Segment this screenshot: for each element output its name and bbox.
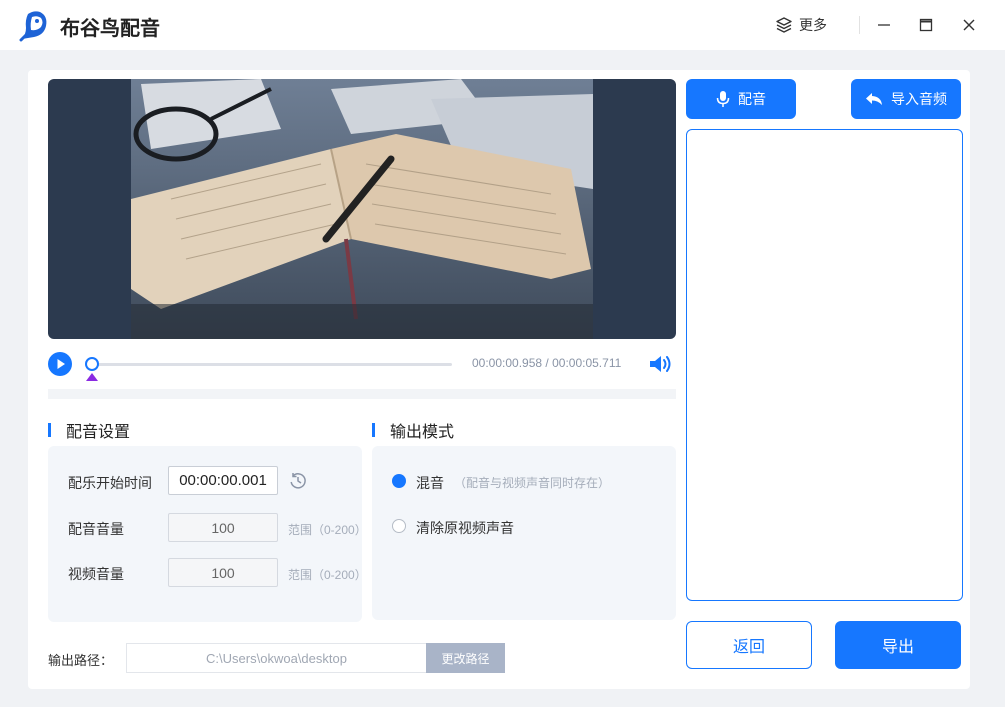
section-accent-bar [372, 423, 375, 437]
video-volume-hint: 范围（0-200） [288, 568, 367, 582]
dub-record-button[interactable]: 配音 [686, 79, 796, 119]
output-mode-title-text: 输出模式 [390, 424, 455, 441]
start-time-label: 配乐开始时间 [68, 475, 152, 491]
remove-original-audio-label[interactable]: 清除原视频声音 [416, 518, 514, 538]
dub-settings-title-text: 配音设置 [66, 424, 131, 441]
total-time: 00:00:05.711 [552, 356, 622, 370]
progress-track[interactable] [92, 363, 452, 366]
time-readout: 00:00:00.958 / 00:00:05.711 [472, 356, 621, 370]
dub-volume-label: 配音音量 [68, 521, 124, 537]
export-button[interactable]: 导出 [835, 621, 961, 669]
current-time: 00:00:00.958 [472, 356, 543, 370]
back-button[interactable]: 返回 [686, 621, 812, 669]
dub-volume-input[interactable] [168, 513, 278, 542]
video-volume-input[interactable] [168, 558, 278, 587]
title-bar: 布谷鸟配音 更多 [0, 0, 1005, 50]
minimize-button[interactable] [873, 14, 895, 36]
reply-arrow-icon [866, 93, 882, 105]
maximize-button[interactable] [915, 14, 937, 36]
output-path-input[interactable] [126, 643, 426, 673]
import-audio-label: 导入音频 [891, 91, 947, 107]
video-preview[interactable] [48, 79, 676, 339]
more-label: 更多 [799, 17, 827, 33]
bird-logo-icon [19, 11, 47, 42]
layers-icon [776, 17, 792, 33]
import-audio-button[interactable]: 导入音频 [851, 79, 961, 119]
mix-radio[interactable] [392, 474, 406, 488]
dub-text-area[interactable] [686, 129, 963, 601]
remove-original-audio-radio[interactable] [392, 519, 406, 533]
maximize-icon [919, 18, 933, 32]
close-icon [963, 19, 975, 31]
output-path-label: 输出路径： [48, 653, 114, 668]
dub-settings-title: 配音设置 [48, 418, 130, 442]
microphone-icon [716, 91, 730, 107]
start-marker[interactable] [86, 373, 98, 381]
controls-divider [48, 389, 676, 399]
dub-volume-hint: 范围（0-200） [288, 523, 367, 537]
reset-clock-icon[interactable] [289, 472, 307, 490]
change-path-button[interactable]: 更改路径 [426, 643, 505, 673]
section-accent-bar [48, 423, 51, 437]
minimize-icon [878, 24, 890, 26]
volume-icon[interactable] [648, 353, 672, 375]
app-title: 布谷鸟配音 [60, 18, 160, 40]
video-frame-image [131, 79, 593, 339]
mix-radio-label[interactable]: 混音 [416, 473, 444, 493]
title-separator [859, 16, 860, 34]
output-mode-title: 输出模式 [372, 418, 454, 442]
time-separator: / [542, 356, 553, 370]
video-volume-label: 视频音量 [68, 566, 124, 582]
close-button[interactable] [958, 14, 980, 36]
progress-handle[interactable] [85, 357, 99, 371]
play-button[interactable] [48, 352, 72, 376]
mix-radio-hint: （配音与视频声音同时存在） [454, 476, 611, 490]
dub-record-label: 配音 [738, 91, 766, 107]
start-time-input[interactable] [168, 466, 278, 495]
more-button[interactable]: 更多 [776, 14, 827, 36]
